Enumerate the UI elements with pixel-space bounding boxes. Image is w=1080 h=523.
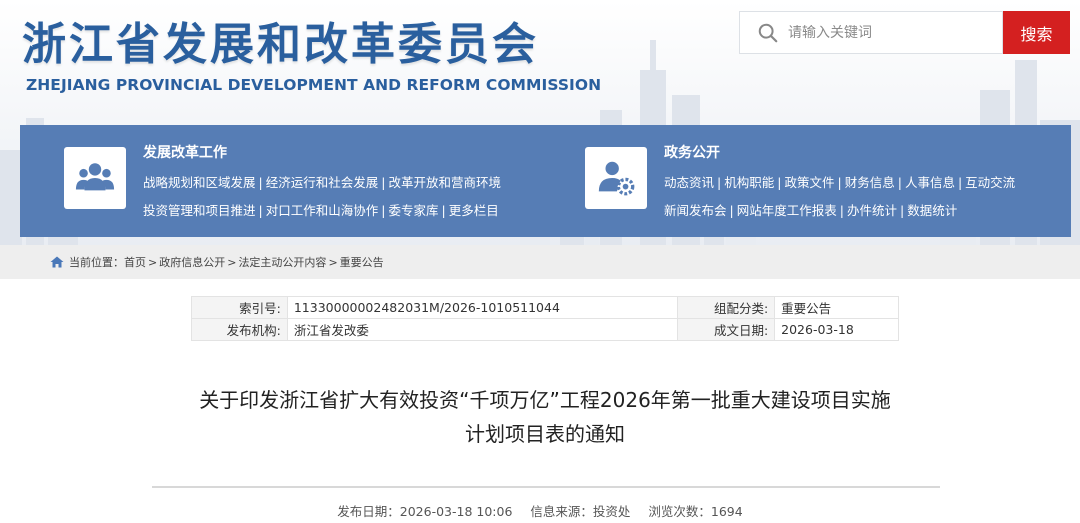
people-group-icon[interactable]	[64, 147, 126, 209]
category-label: 组配分类:	[677, 296, 776, 319]
nav-link-news[interactable]: 动态资讯	[664, 175, 714, 190]
nav-separator: |	[899, 203, 905, 218]
index-value: 11330000002482031M/2026-1010511044	[286, 296, 679, 319]
nav-links-row: 新闻发布会 | 网站年度工作报表 | 办件统计 | 数据统计	[664, 200, 957, 219]
table-row: 发布机构: 浙江省发改委 成文日期: 2026-03-18	[191, 318, 899, 341]
nav-link-case-statistics[interactable]: 办件统计	[847, 203, 897, 218]
nav-link-more-columns[interactable]: 更多栏目	[449, 203, 499, 218]
article-title-line2: 计划项目表的通知	[465, 422, 625, 446]
breadcrumb-separator: >	[148, 256, 158, 269]
table-row: 索引号: 11330000002482031M/2026-1010511044 …	[191, 296, 899, 319]
breadcrumb-separator: >	[227, 256, 237, 269]
article-title-line1: 关于印发浙江省扩大有效投资“千项万亿”工程2026年第一批重大建设项目实施	[199, 388, 891, 412]
publish-date: 发布日期：2026-03-18 10:06	[337, 504, 513, 519]
nav-separator: |	[777, 175, 782, 190]
nav-link-data-statistics[interactable]: 数据统计	[907, 203, 957, 218]
nav-title-government-affairs[interactable]: 政务公开	[664, 142, 720, 162]
site-title: 浙江省发展和改革委员会	[22, 19, 539, 70]
divider	[152, 486, 940, 488]
nav-separator: |	[957, 175, 963, 190]
breadcrumb-home[interactable]: 首页	[124, 256, 146, 269]
breadcrumb-bar: 当前位置：首页 > 政府信息公开 > 法定主动公开内容 > 重要公告	[0, 245, 1080, 279]
breadcrumb: 当前位置：首页 > 政府信息公开 > 法定主动公开内容 > 重要公告	[69, 254, 384, 270]
nav-link-strategic-planning[interactable]: 战略规划和区域发展	[143, 175, 256, 190]
breadcrumb-legal-disclosure[interactable]: 法定主动公开内容	[238, 256, 326, 269]
view-count: 浏览次数：1694	[648, 504, 743, 519]
nav-link-economic-operation[interactable]: 经济运行和社会发展	[266, 175, 379, 190]
nav-links-row: 动态资讯 | 机构职能 | 政策文件 | 财务信息 | 人事信息 | 互动交流	[664, 172, 1015, 191]
breadcrumb-separator: >	[328, 256, 338, 269]
nav-separator: |	[258, 175, 263, 190]
publisher-value: 浙江省发改委	[286, 318, 679, 341]
nav-link-mountain-sea-cooperation[interactable]: 对口工作和山海协作	[266, 203, 379, 218]
home-icon	[50, 256, 64, 268]
main-nav: 发展改革工作 战略规划和区域发展 | 经济运行和社会发展 | 改革开放和营商环境 投资管…	[20, 125, 1071, 237]
search-button[interactable]: 搜索	[1003, 11, 1070, 54]
nav-link-press-conference[interactable]: 新闻发布会	[664, 203, 727, 218]
info-source: 信息来源：投资处	[530, 504, 631, 519]
nav-link-personnel-info[interactable]: 人事信息	[905, 175, 955, 190]
nav-links-row: 战略规划和区域发展 | 经济运行和社会发展 | 改革开放和营商环境	[143, 172, 501, 191]
nav-link-financial-info[interactable]: 财务信息	[845, 175, 895, 190]
nav-separator: |	[381, 203, 386, 218]
nav-separator: |	[837, 175, 842, 190]
document-meta-table: 索引号: 11330000002482031M/2026-1010511044 …	[191, 296, 899, 341]
date-value: 2026-03-18	[774, 318, 899, 341]
nav-title-reform-work[interactable]: 发展改革工作	[143, 142, 227, 162]
nav-link-investment-management[interactable]: 投资管理和项目推进	[143, 203, 256, 218]
nav-separator: |	[839, 203, 844, 218]
breadcrumb-important-notice[interactable]: 重要公告	[340, 256, 384, 269]
user-gear-icon[interactable]	[585, 147, 647, 209]
index-label: 索引号:	[191, 296, 288, 319]
nav-separator: |	[441, 203, 446, 218]
nav-link-reform-opening[interactable]: 改革开放和营商环境	[388, 175, 501, 190]
article-info: 发布日期：2026-03-18 10:06 信息来源：投资处 浏览次数：1694	[0, 501, 1080, 520]
breadcrumb-prefix: 当前位置：	[69, 256, 124, 269]
publisher-label: 发布机构:	[191, 318, 288, 341]
nav-link-expert-pool[interactable]: 委专家库	[388, 203, 438, 218]
site-subtitle: ZHEJIANG PROVINCIAL DEVELOPMENT AND REFO…	[26, 76, 602, 94]
nav-link-functions[interactable]: 机构职能	[724, 175, 774, 190]
search-icon	[758, 23, 778, 42]
article-title: 关于印发浙江省扩大有效投资“千项万亿”工程2026年第一批重大建设项目实施 计划…	[100, 383, 990, 451]
nav-separator: |	[258, 203, 263, 218]
search-box[interactable]	[739, 11, 1003, 54]
breadcrumb-gov-info[interactable]: 政府信息公开	[159, 256, 225, 269]
nav-separator: |	[729, 203, 734, 218]
nav-links-row: 投资管理和项目推进 | 对口工作和山海协作 | 委专家库 | 更多栏目	[143, 200, 499, 219]
nav-link-policy-documents[interactable]: 政策文件	[784, 175, 834, 190]
date-label: 成文日期:	[677, 318, 776, 341]
nav-link-annual-report[interactable]: 网站年度工作报表	[737, 203, 837, 218]
category-value: 重要公告	[774, 296, 899, 319]
nav-link-interaction[interactable]: 互动交流	[965, 175, 1015, 190]
nav-separator: |	[717, 175, 722, 190]
nav-separator: |	[381, 175, 386, 190]
nav-separator: |	[897, 175, 902, 190]
search-input[interactable]	[788, 24, 988, 41]
